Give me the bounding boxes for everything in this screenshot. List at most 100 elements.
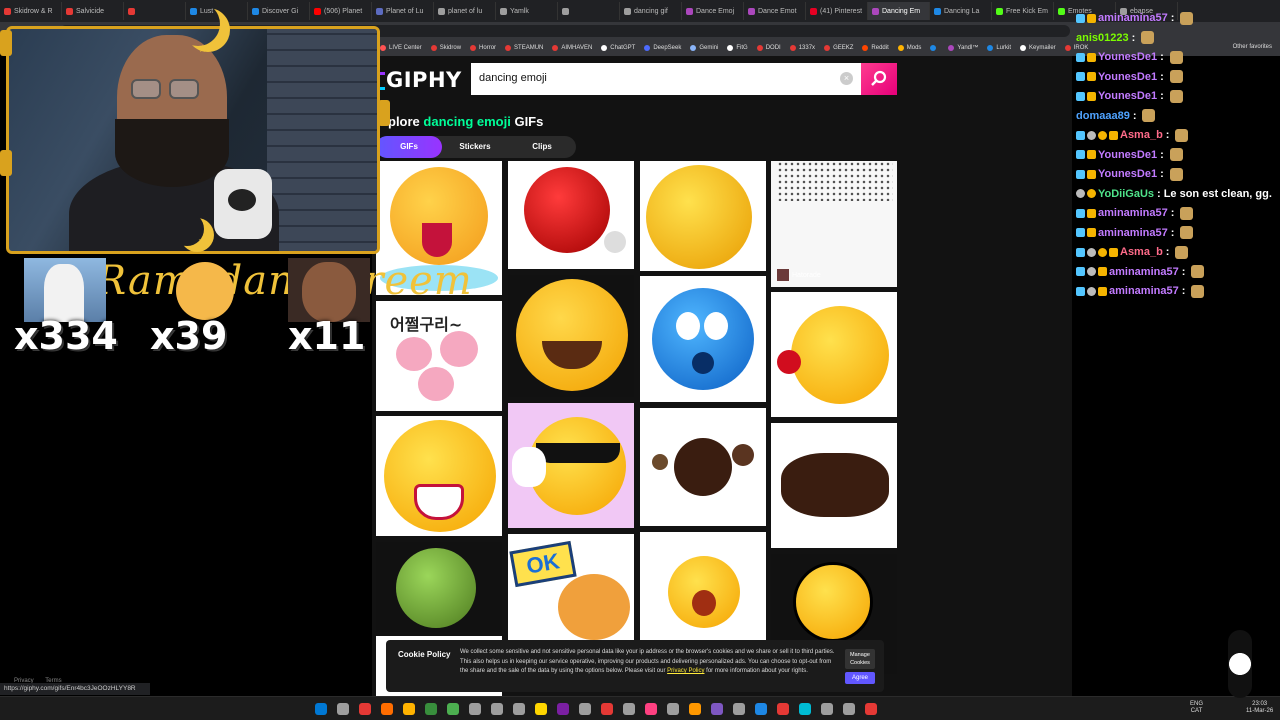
chat-username[interactable]: YoDiiGaUs <box>1098 188 1154 200</box>
gif-tile[interactable] <box>771 292 897 417</box>
bookmark-item[interactable]: ChatGPT <box>601 45 635 51</box>
taskbar-app-icon[interactable] <box>865 703 877 715</box>
filter-clips[interactable]: Clips <box>509 136 575 158</box>
taskbar-app-icon[interactable] <box>447 703 459 715</box>
browser-tab[interactable]: Yamlk <box>496 2 558 20</box>
taskbar-app-icon[interactable] <box>315 703 327 715</box>
gif-tile[interactable]: 어쩔구리~ <box>376 301 502 411</box>
bookmark-item[interactable]: STEAMUN <box>505 45 543 51</box>
taskbar-app-icon[interactable] <box>623 703 635 715</box>
browser-tab[interactable]: (41) Pinterest <box>806 2 868 20</box>
gif-credit[interactable]: Hatorade <box>777 269 821 281</box>
clock[interactable]: 23:03 11-Mar-26 <box>1246 701 1273 715</box>
bookmark-item[interactable]: Horror <box>470 45 496 51</box>
browser-tab[interactable] <box>558 2 620 20</box>
browser-tab[interactable]: Dancing La <box>930 2 992 20</box>
taskbar-app-icon[interactable] <box>513 703 525 715</box>
browser-tab[interactable]: Dancing Em <box>868 2 930 20</box>
taskbar-app-icon[interactable] <box>755 703 767 715</box>
bookmark-item[interactable]: Gemini <box>690 45 718 51</box>
privacy-policy-link[interactable]: Privacy Policy <box>667 668 704 674</box>
filter-gifs[interactable]: GIFs <box>376 136 442 158</box>
bookmark-item[interactable]: Keymailer <box>1020 45 1056 51</box>
browser-tab[interactable]: (506) Planet <box>310 2 372 20</box>
chat-username[interactable]: aminamina57 <box>1098 12 1168 24</box>
taskbar-app-icon[interactable] <box>689 703 701 715</box>
bookmark-item[interactable]: DeepSeek <box>644 45 681 51</box>
taskbar-app-icon[interactable] <box>645 703 657 715</box>
gif-tile[interactable] <box>508 403 634 528</box>
gif-tile[interactable]: Hatorade <box>771 161 897 287</box>
manage-cookies-button[interactable]: Manage Cookies <box>845 649 875 669</box>
taskbar-app-icon[interactable] <box>557 703 569 715</box>
browser-tab[interactable]: Dance Emot <box>744 2 806 20</box>
search-input[interactable]: dancing emoji <box>479 72 547 84</box>
bookmark-item[interactable]: DODI <box>756 45 781 51</box>
browser-tab[interactable]: Free Kick Em <box>992 2 1054 20</box>
bookmark-item[interactable]: GEEKZ <box>824 45 853 51</box>
taskbar-app-icon[interactable] <box>777 703 789 715</box>
bookmark-item[interactable]: Mods <box>897 45 921 51</box>
browser-tab[interactable]: Discover Gi <box>248 2 310 20</box>
taskbar-app-icon[interactable] <box>843 703 855 715</box>
chat-username[interactable]: aminamina57 <box>1098 227 1168 239</box>
bookmark-item[interactable]: Yandl™ <box>948 45 978 51</box>
chat-username[interactable]: YounesDe1 <box>1098 168 1157 180</box>
bookmark-item[interactable]: Skidrow <box>430 45 461 51</box>
taskbar-app-icon[interactable] <box>799 703 811 715</box>
gif-tile[interactable]: OK <box>508 534 634 644</box>
chat-username[interactable]: anis01223 <box>1076 32 1129 44</box>
taskbar-app-icon[interactable] <box>491 703 503 715</box>
gif-tile[interactable] <box>508 275 634 397</box>
taskbar-app-icon[interactable] <box>337 703 349 715</box>
taskbar-app-icon[interactable] <box>601 703 613 715</box>
chat-username[interactable]: Asma_b <box>1120 129 1163 141</box>
clear-search-icon[interactable]: × <box>840 72 853 85</box>
gif-tile[interactable] <box>376 542 502 632</box>
bookmark-item[interactable] <box>930 45 939 51</box>
gif-tile[interactable] <box>376 416 502 536</box>
chat-username[interactable]: YounesDe1 <box>1098 149 1157 161</box>
taskbar-app-icon[interactable] <box>733 703 745 715</box>
taskbar-app-icon[interactable] <box>579 703 591 715</box>
taskbar-app-icon[interactable] <box>359 703 371 715</box>
chat-username[interactable]: YounesDe1 <box>1098 51 1157 63</box>
taskbar-app-icon[interactable] <box>711 703 723 715</box>
browser-tab[interactable]: Dance Emoj <box>682 2 744 20</box>
bookmark-item[interactable]: FitG <box>727 45 748 51</box>
giphy-logo[interactable]: GIPHY <box>386 68 462 92</box>
search-box[interactable]: dancing emoji × <box>471 63 897 95</box>
browser-tab[interactable]: Salvicide <box>62 2 124 20</box>
gif-tile[interactable] <box>640 161 766 271</box>
agree-button[interactable]: Agree <box>845 672 875 684</box>
bookmark-item[interactable]: LIVE Center <box>380 45 422 51</box>
browser-tab[interactable]: dancing gif <box>620 2 682 20</box>
gif-tile[interactable] <box>771 423 897 548</box>
chat-username[interactable]: domaaa89 <box>1076 110 1130 122</box>
language-indicator[interactable]: ENG CAT <box>1190 701 1203 715</box>
gif-tile[interactable] <box>640 276 766 402</box>
taskbar-app-icon[interactable] <box>821 703 833 715</box>
chat-username[interactable]: aminamina57 <box>1109 285 1179 297</box>
chat-username[interactable]: aminamina57 <box>1098 207 1168 219</box>
bookmark-item[interactable]: AIMHAVEN <box>552 45 592 51</box>
bookmark-item[interactable]: Lurkit <box>987 45 1011 51</box>
chat-username[interactable]: YounesDe1 <box>1098 90 1157 102</box>
chat-username[interactable]: Asma_b <box>1120 246 1163 258</box>
chat-username[interactable]: YounesDe1 <box>1098 71 1157 83</box>
gif-tile[interactable] <box>640 408 766 526</box>
taskbar-app-icon[interactable] <box>381 703 393 715</box>
bookmark-item[interactable]: 1337x <box>789 45 815 51</box>
bookmark-item[interactable]: Reddit <box>862 45 889 51</box>
browser-tab[interactable]: Planet of Lu <box>372 2 434 20</box>
taskbar-app-icon[interactable] <box>403 703 415 715</box>
browser-tab[interactable]: planet of lu <box>434 2 496 20</box>
taskbar-app-icon[interactable] <box>535 703 547 715</box>
chat-username[interactable]: aminamina57 <box>1109 266 1179 278</box>
taskbar-app-icon[interactable] <box>667 703 679 715</box>
filter-stickers[interactable]: Stickers <box>442 136 508 158</box>
taskbar-app-icon[interactable] <box>425 703 437 715</box>
gif-tile[interactable] <box>508 161 634 269</box>
browser-tab[interactable]: Skidrow & R <box>0 2 62 20</box>
gif-tile[interactable] <box>640 532 766 640</box>
